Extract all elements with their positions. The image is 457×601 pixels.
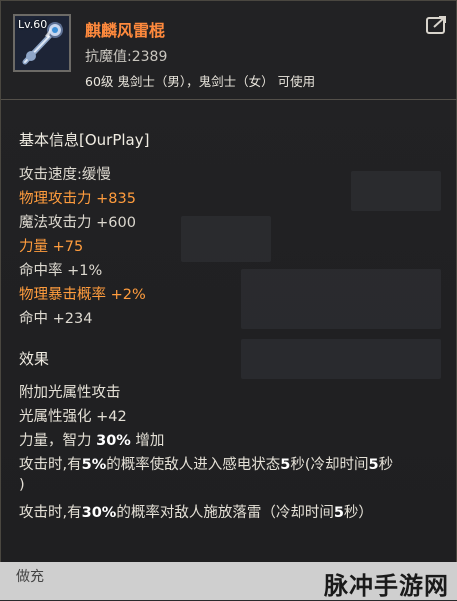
item-level: Lv.60	[18, 18, 48, 31]
effect-lightning: 攻击时,有30%的概率对敌人施放落雷（冷却时间5秒）	[19, 501, 373, 522]
effect-value: 30%	[96, 433, 131, 449]
effect-text: 秒(冷却时间	[290, 457, 369, 473]
stat-hit-rate: 命中率 +1%	[19, 263, 103, 279]
effect-text: 增加	[130, 433, 165, 449]
effect-light-enhance: 光属性强化 +42	[19, 405, 127, 426]
effect-shock: 攻击时,有5%的概率使敌人进入感电状态5秒(冷却时间5秒	[19, 453, 393, 474]
effects-title: 效果	[19, 350, 50, 368]
effect-text: 攻击时,有	[19, 505, 82, 521]
footer-partial-title: 做充	[16, 569, 44, 585]
watermark-logo: 脉冲手游网	[324, 572, 449, 600]
effect-shock-cont: )	[19, 477, 25, 493]
background-panel	[241, 339, 441, 379]
item-tooltip: Lv.60 麒麟风雷棍 抗魔值:2389 60级 鬼剑士（男），鬼剑士（女） 可…	[0, 0, 457, 600]
effect-value: 42	[108, 409, 127, 425]
effect-value: 5	[280, 457, 291, 473]
stat-strength: 力量 +75	[19, 239, 84, 255]
effect-text: 的概率对敌人施放落雷（冷却时间	[116, 505, 334, 521]
effect-str-int: 力量，智力 30% 增加	[19, 429, 164, 450]
effect-value: 30%	[81, 505, 117, 521]
background-panel	[351, 171, 441, 211]
effect-text: 秒	[378, 457, 394, 473]
effect-value: 5	[333, 505, 344, 521]
background-panel	[181, 216, 271, 262]
effect-text: 力量，智力	[19, 433, 97, 449]
anti-magic-value: 抗魔值:2389	[85, 49, 168, 65]
usable-classes: 60级 鬼剑士（男），鬼剑士（女） 可使用	[85, 74, 316, 89]
effect-text: 的概率使敌人进入感电状态	[106, 457, 281, 473]
item-name: 麒麟风雷棍	[85, 21, 166, 40]
effect-text: 攻击时,有	[19, 457, 82, 473]
stat-hit: 命中 +234	[19, 311, 93, 327]
staff-weapon-icon[interactable]: Lv.60	[13, 14, 71, 72]
stat-physical-crit: 物理暴击概率 +2%	[19, 287, 146, 303]
effect-text: 光属性强化 +	[19, 409, 109, 425]
effect-value: 5%	[81, 457, 107, 473]
share-icon[interactable]	[426, 15, 448, 35]
background-panel	[241, 269, 441, 329]
stat-attack-speed: 攻击速度:缓慢	[19, 167, 111, 183]
effect-text: 秒）	[343, 505, 373, 521]
effect-value: 5	[368, 457, 379, 473]
stat-physical-attack: 物理攻击力 +835	[19, 191, 136, 207]
stat-magic-attack: 魔法攻击力 +600	[19, 215, 136, 231]
basic-info-title: 基本信息[OurPlay]	[19, 131, 150, 149]
effect-light-attack: 附加光属性攻击	[19, 385, 121, 401]
tooltip-header: Lv.60 麒麟风雷棍 抗魔值:2389 60级 鬼剑士（男），鬼剑士（女） 可…	[1, 1, 457, 100]
